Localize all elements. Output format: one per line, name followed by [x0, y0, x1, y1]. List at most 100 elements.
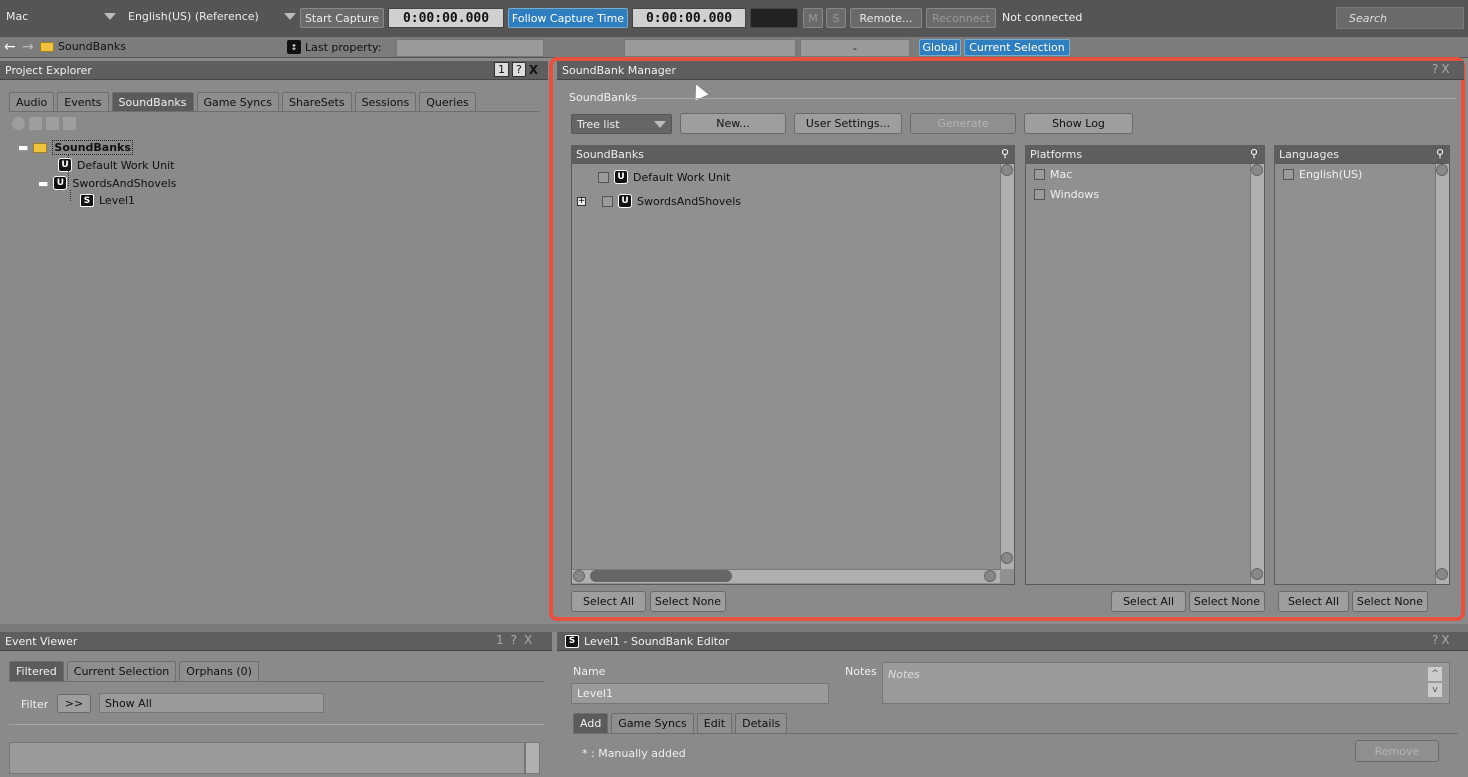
- soundbanks-select-all-button[interactable]: Select All: [571, 591, 646, 612]
- tab-current-selection[interactable]: Current Selection: [66, 661, 177, 681]
- include-checkbox[interactable]: [598, 171, 609, 183]
- platform-item-windows[interactable]: Windows: [1034, 188, 1099, 201]
- platforms-select-all-button[interactable]: Select All: [1111, 591, 1186, 612]
- tab-game-syncs[interactable]: Game Syncs: [196, 92, 280, 112]
- layout-number-button[interactable]: 1: [496, 633, 504, 647]
- notes-scroll-down-icon[interactable]: v: [1428, 683, 1442, 697]
- scroll-up-icon[interactable]: [1436, 164, 1448, 176]
- soundbanks-list[interactable]: [571, 163, 1015, 585]
- help-button[interactable]: ?: [1432, 62, 1438, 76]
- tree-root-soundbanks[interactable]: ▬ SoundBanks: [18, 140, 133, 155]
- scroll-right-icon[interactable]: [984, 570, 996, 582]
- view-mode-dropdown[interactable]: Tree list: [571, 114, 672, 134]
- new-soundbank-button[interactable]: New...: [680, 113, 786, 134]
- soundbanks-select-none-button[interactable]: Select None: [650, 591, 726, 612]
- help-button[interactable]: ?: [511, 633, 517, 647]
- languages-select-none-button[interactable]: Select None: [1352, 591, 1428, 612]
- horizontal-scroll-thumb[interactable]: [590, 570, 732, 582]
- folder-disabled-icon[interactable]: [29, 117, 42, 130]
- close-button[interactable]: X: [524, 633, 532, 647]
- list-item-swords-and-shovels[interactable]: + U SwordsAndShovels: [577, 194, 741, 208]
- help-button[interactable]: ?: [512, 62, 526, 77]
- scroll-down-icon[interactable]: [1436, 568, 1448, 580]
- tab-queries[interactable]: Queries: [419, 92, 476, 112]
- forward-arrow-icon[interactable]: →: [22, 39, 34, 55]
- tab-details[interactable]: Details: [735, 713, 788, 733]
- current-selection-button[interactable]: Current Selection: [964, 39, 1070, 56]
- generate-button[interactable]: Generate: [910, 113, 1016, 134]
- tree-item-swords-and-shovels[interactable]: ▬ U SwordsAndShovels: [38, 176, 176, 190]
- languages-vertical-scrollbar[interactable]: [1435, 164, 1449, 584]
- expand-icon[interactable]: +: [577, 196, 586, 206]
- tab-audio[interactable]: Audio: [9, 92, 55, 112]
- scroll-down-icon[interactable]: [1001, 552, 1013, 564]
- search-icon[interactable]: ⚲: [1436, 147, 1444, 160]
- tree-item-label: Default Work Unit: [77, 158, 175, 172]
- search-input[interactable]: Search: [1336, 7, 1464, 29]
- tab-orphans[interactable]: Orphans (0): [179, 661, 259, 681]
- close-button[interactable]: X: [1441, 633, 1449, 647]
- new-soundbank-disabled-icon[interactable]: [46, 117, 59, 130]
- close-button[interactable]: X: [529, 63, 538, 77]
- platforms-vertical-scrollbar[interactable]: [1250, 164, 1264, 584]
- notes-field[interactable]: Notes: [882, 662, 1450, 704]
- close-button[interactable]: X: [1441, 62, 1449, 76]
- solo-button[interactable]: S: [826, 8, 846, 28]
- platform-checkbox[interactable]: [1034, 169, 1045, 180]
- tab-add[interactable]: Add: [573, 713, 609, 733]
- reconnect-button[interactable]: Reconnect: [926, 8, 996, 28]
- tab-edit[interactable]: Edit: [696, 713, 733, 733]
- tab-events[interactable]: Events: [57, 92, 109, 112]
- soundbanks-vertical-scrollbar[interactable]: [1000, 164, 1014, 569]
- platform-checkbox[interactable]: [1034, 189, 1045, 200]
- help-button[interactable]: ?: [1432, 633, 1438, 647]
- tree-item-level1[interactable]: S Level1: [80, 194, 135, 207]
- user-settings-button[interactable]: User Settings...: [794, 113, 902, 134]
- back-arrow-icon[interactable]: ←: [4, 39, 16, 55]
- global-button[interactable]: Global: [919, 39, 961, 56]
- soundbank-disabled-icon[interactable]: [63, 117, 76, 130]
- follow-capture-time-button[interactable]: Follow Capture Time: [508, 8, 628, 28]
- search-icon[interactable]: ⚲: [1001, 147, 1009, 160]
- platforms-list[interactable]: [1025, 163, 1265, 585]
- path-breadcrumb[interactable]: SoundBanks: [40, 40, 126, 53]
- event-search-field[interactable]: [9, 742, 525, 774]
- platforms-select-none-button[interactable]: Select None: [1189, 591, 1265, 612]
- tab-filtered[interactable]: Filtered: [9, 661, 64, 681]
- show-log-button[interactable]: Show Log: [1024, 113, 1133, 134]
- name-label: Name: [573, 665, 606, 678]
- collapse-icon[interactable]: ▬: [18, 141, 28, 154]
- notes-scroll-up-icon[interactable]: ^: [1428, 667, 1442, 681]
- include-checkbox[interactable]: [602, 195, 613, 207]
- platform-item-mac[interactable]: Mac: [1034, 168, 1072, 181]
- languages-select-all-button[interactable]: Select All: [1278, 591, 1349, 612]
- tab-sessions[interactable]: Sessions: [354, 92, 417, 112]
- tab-game-syncs[interactable]: Game Syncs: [611, 713, 694, 733]
- workunit-disabled-icon[interactable]: [12, 117, 25, 130]
- scroll-up-icon[interactable]: [1251, 164, 1263, 176]
- language-checkbox[interactable]: [1283, 169, 1294, 180]
- pane-splitter[interactable]: [0, 624, 1468, 632]
- event-list-scrollbar[interactable]: [525, 742, 540, 774]
- start-capture-button[interactable]: Start Capture: [300, 8, 384, 28]
- tab-sharesets[interactable]: ShareSets: [282, 92, 352, 112]
- list-item-default-work-unit[interactable]: U Default Work Unit: [598, 170, 730, 184]
- name-field[interactable]: Level1: [571, 683, 829, 704]
- remote-button[interactable]: Remote...: [850, 8, 922, 28]
- filter-toggle-button[interactable]: >>: [57, 694, 91, 713]
- language-dropdown[interactable]: English(US) (Reference): [128, 6, 296, 26]
- filter-value-field[interactable]: Show All: [99, 693, 324, 713]
- tree-item-default-work-unit[interactable]: U Default Work Unit: [58, 158, 174, 172]
- scroll-down-icon[interactable]: [1251, 568, 1263, 580]
- platform-dropdown[interactable]: Mac: [6, 6, 116, 26]
- scroll-up-icon[interactable]: [1001, 164, 1013, 176]
- layout-number-button[interactable]: 1: [494, 62, 509, 77]
- languages-list[interactable]: [1274, 163, 1450, 585]
- tab-soundbanks[interactable]: SoundBanks: [111, 92, 194, 112]
- mute-button[interactable]: M: [803, 8, 823, 28]
- search-icon[interactable]: ⚲: [1250, 147, 1258, 160]
- remove-button[interactable]: Remove: [1355, 740, 1439, 762]
- language-item-english[interactable]: English(US): [1283, 168, 1362, 181]
- collapse-icon[interactable]: ▬: [38, 177, 48, 190]
- scroll-left-icon[interactable]: [573, 570, 585, 582]
